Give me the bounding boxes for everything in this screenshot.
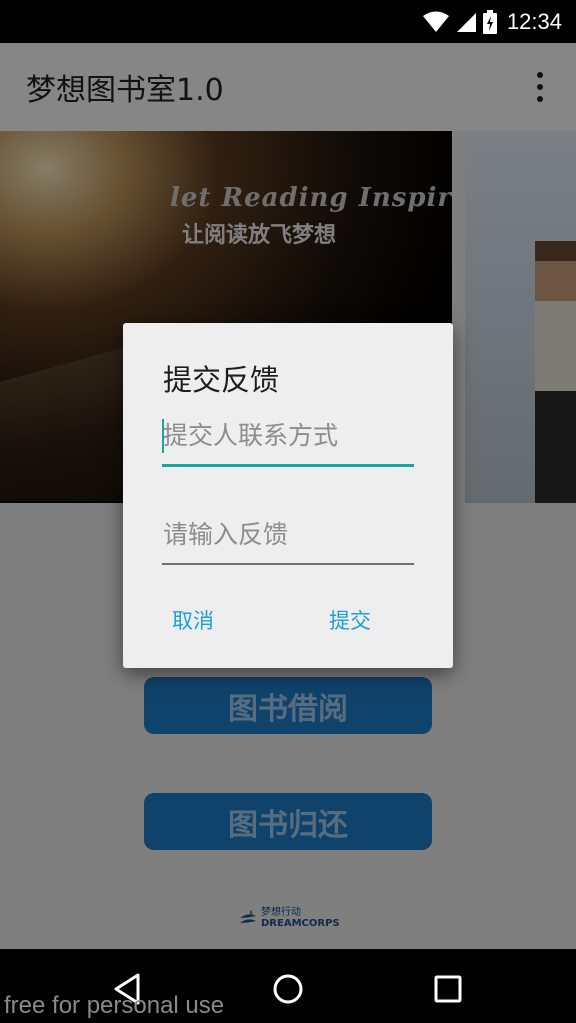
battery-charging-icon (482, 9, 497, 34)
contact-field-container (162, 415, 414, 467)
dialog-title: 提交反馈 (163, 363, 280, 397)
recents-icon[interactable] (430, 971, 466, 1007)
cellular-signal-icon (456, 12, 476, 32)
wifi-icon (422, 11, 449, 32)
home-icon[interactable] (270, 971, 306, 1007)
cancel-button[interactable]: 取消 (164, 601, 222, 639)
app-screen: 梦想图书室1.0 let Reading Inspire 让阅读放飞梦想 图书借… (0, 43, 576, 949)
contact-input[interactable] (162, 415, 414, 464)
clock: 12:34 (506, 8, 562, 34)
submit-button[interactable]: 提交 (321, 601, 379, 639)
status-bar: 12:34 (0, 0, 576, 43)
feedback-input[interactable] (162, 513, 414, 563)
watermark-text: free for personal use (4, 992, 225, 1019)
feedback-field-container (162, 513, 414, 565)
feedback-dialog: 提交反馈 取消 提交 (123, 323, 453, 668)
